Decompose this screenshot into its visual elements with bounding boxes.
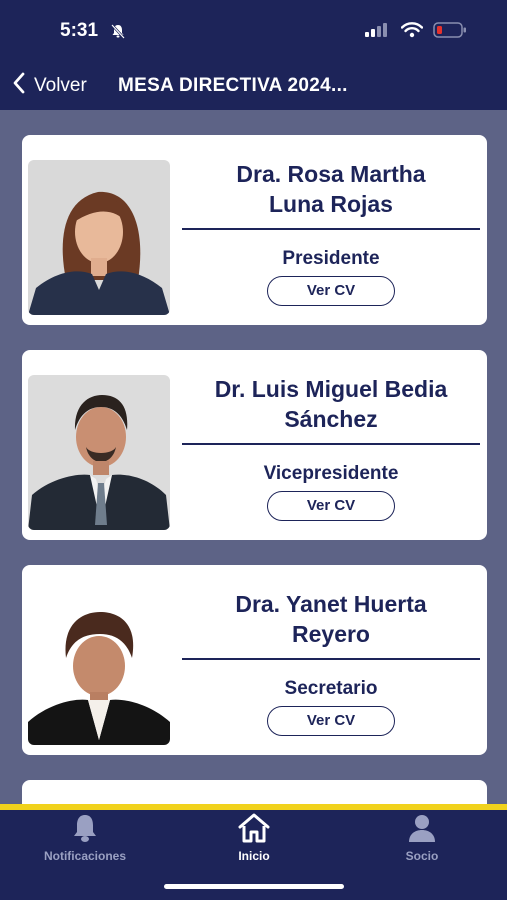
home-icon (237, 813, 271, 847)
view-cv-button[interactable]: Ver CV (267, 491, 395, 521)
back-label: Volver (34, 75, 87, 96)
member-name-line2: Sánchez (284, 406, 378, 432)
member-card: Dr. Luis Miguel Bedia Sánchez Vicepresid… (22, 350, 487, 540)
back-button[interactable]: Volver (12, 72, 87, 100)
member-info: Dr. Luis Miguel Bedia Sánchez Vicepresid… (182, 368, 480, 521)
tab-label: Socio (405, 849, 439, 863)
member-card: Dra. Rosa Martha Luna Rojas Presidente V… (22, 135, 487, 325)
member-list: Dra. Rosa Martha Luna Rojas Presidente V… (22, 135, 487, 780)
page-title: MESA DIRECTIVA 2024... (118, 75, 348, 96)
view-cv-button[interactable]: Ver CV (267, 706, 395, 736)
wifi-icon (400, 22, 424, 43)
tab-label: Notificaciones (43, 849, 127, 863)
member-info: Dra. Rosa Martha Luna Rojas Presidente V… (182, 153, 480, 306)
tab-label: Inicio (238, 849, 270, 863)
tab-notificaciones[interactable]: Notificaciones (25, 812, 145, 863)
chevron-left-icon (12, 72, 26, 100)
divider (182, 443, 480, 445)
member-role: Secretario (284, 678, 378, 699)
member-info: Dra. Yanet Huerta Reyero Secretario Ver … (182, 583, 480, 736)
member-role: Presidente (282, 248, 380, 269)
member-name: Dra. Rosa Martha Luna Rojas (182, 153, 480, 225)
member-photo (28, 590, 170, 745)
divider (182, 228, 480, 230)
status-time: 5:31 (60, 20, 99, 41)
home-indicator[interactable] (164, 884, 344, 889)
member-name-line1: Dr. Luis Miguel Bedia (214, 376, 448, 402)
member-card: Dra. Yanet Huerta Reyero Secretario Ver … (22, 565, 487, 755)
member-name: Dr. Luis Miguel Bedia Sánchez (182, 368, 480, 440)
tab-inicio[interactable]: Inicio (194, 812, 314, 863)
silent-mode-icon (110, 23, 126, 44)
top-bar: 5:31 Volver MESA DIRECTIVA 2024... (0, 0, 507, 110)
tab-socio[interactable]: Socio (362, 812, 482, 863)
battery-icon (433, 22, 467, 43)
member-photo (28, 375, 170, 530)
member-photo (28, 160, 170, 315)
member-name-line2: Reyero (292, 621, 370, 647)
user-icon (406, 815, 438, 847)
bell-icon (69, 815, 101, 847)
member-role: Vicepresidente (263, 463, 399, 484)
signal-icon (365, 23, 391, 42)
member-name-line1: Dra. Rosa Martha (236, 161, 426, 187)
view-cv-button[interactable]: Ver CV (267, 276, 395, 306)
member-name: Dra. Yanet Huerta Reyero (182, 583, 480, 655)
member-name-line1: Dra. Yanet Huerta (235, 591, 427, 617)
member-name-line2: Luna Rojas (269, 191, 393, 217)
divider (182, 658, 480, 660)
